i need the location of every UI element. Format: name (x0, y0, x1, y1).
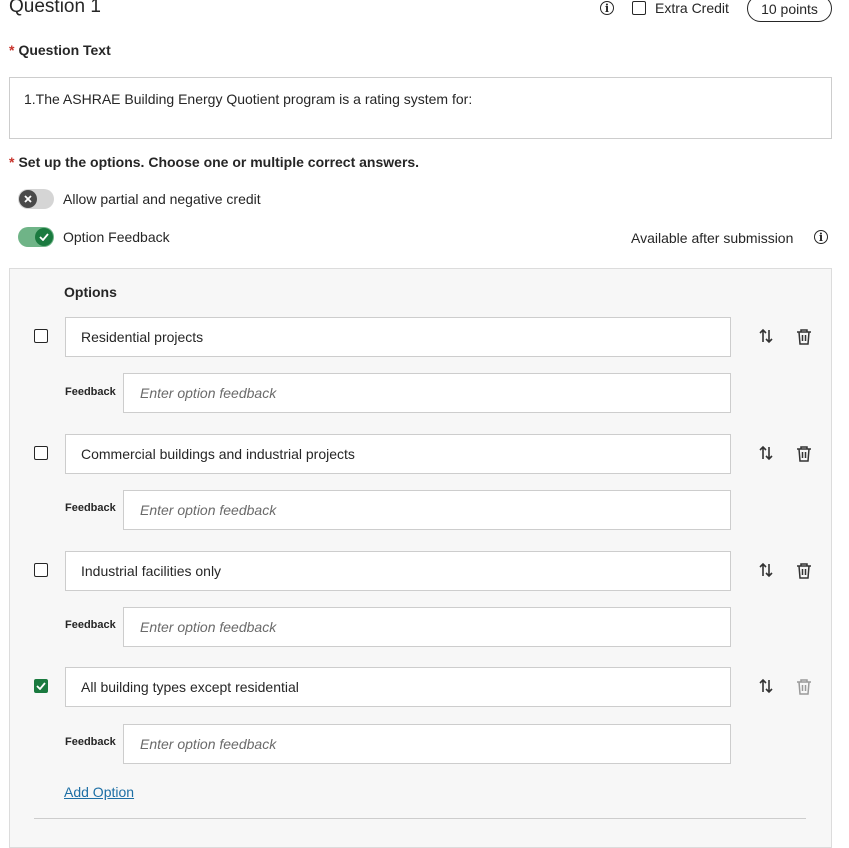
close-icon (19, 190, 37, 208)
options-heading: Options (64, 284, 117, 300)
extra-credit-label: Extra Credit (655, 0, 729, 16)
reorder-icon[interactable] (756, 676, 776, 696)
option-4-input[interactable]: All building types except residential (65, 667, 731, 707)
option-4-feedback-input[interactable]: Enter option feedback (123, 724, 731, 764)
check-icon (36, 682, 46, 690)
required-asterisk: * (9, 154, 15, 170)
feedback-label: Feedback (65, 386, 116, 398)
question-text-input[interactable]: 1.The ASHRAE Building Energy Quotient pr… (9, 77, 832, 139)
required-asterisk: * (9, 42, 15, 58)
option-4-correct-checkbox[interactable] (34, 679, 48, 693)
feedback-label: Feedback (65, 736, 116, 748)
option-1-feedback-input[interactable]: Enter option feedback (123, 373, 731, 413)
question-title: Question 1 (9, 0, 101, 17)
reorder-icon[interactable] (756, 443, 776, 463)
option-3-input[interactable]: Industrial facilities only (65, 551, 731, 591)
points-button[interactable]: 10 points (747, 0, 832, 22)
option-2-correct-checkbox[interactable] (34, 446, 48, 460)
option-feedback-toggle[interactable] (18, 227, 54, 247)
question-text-label: * Question Text (9, 42, 111, 58)
reorder-icon[interactable] (756, 560, 776, 580)
feedback-label: Feedback (65, 619, 116, 631)
trash-icon[interactable] (794, 560, 814, 580)
option-1-input[interactable]: Residential projects (65, 317, 731, 357)
option-1-correct-checkbox[interactable] (34, 329, 48, 343)
available-after-text: Available after submission (631, 230, 794, 246)
partial-credit-toggle[interactable] (18, 189, 54, 209)
partial-credit-label: Allow partial and negative credit (63, 191, 261, 207)
option-2-input[interactable]: Commercial buildings and industrial proj… (65, 434, 731, 474)
info-icon[interactable]: i (600, 1, 614, 15)
extra-credit-checkbox[interactable] (632, 1, 646, 15)
check-icon (35, 228, 53, 246)
trash-icon[interactable] (794, 326, 814, 346)
divider (34, 818, 806, 819)
trash-icon (794, 676, 814, 696)
option-2-feedback-input[interactable]: Enter option feedback (123, 490, 731, 530)
info-icon[interactable]: i (814, 230, 828, 244)
feedback-label: Feedback (65, 502, 116, 514)
reorder-icon[interactable] (756, 326, 776, 346)
trash-icon[interactable] (794, 443, 814, 463)
options-setup-label: * Set up the options. Choose one or multi… (9, 154, 420, 170)
add-option-link[interactable]: Add Option (64, 784, 134, 800)
option-feedback-label: Option Feedback (63, 229, 170, 245)
option-3-correct-checkbox[interactable] (34, 563, 48, 577)
option-3-feedback-input[interactable]: Enter option feedback (123, 607, 731, 647)
